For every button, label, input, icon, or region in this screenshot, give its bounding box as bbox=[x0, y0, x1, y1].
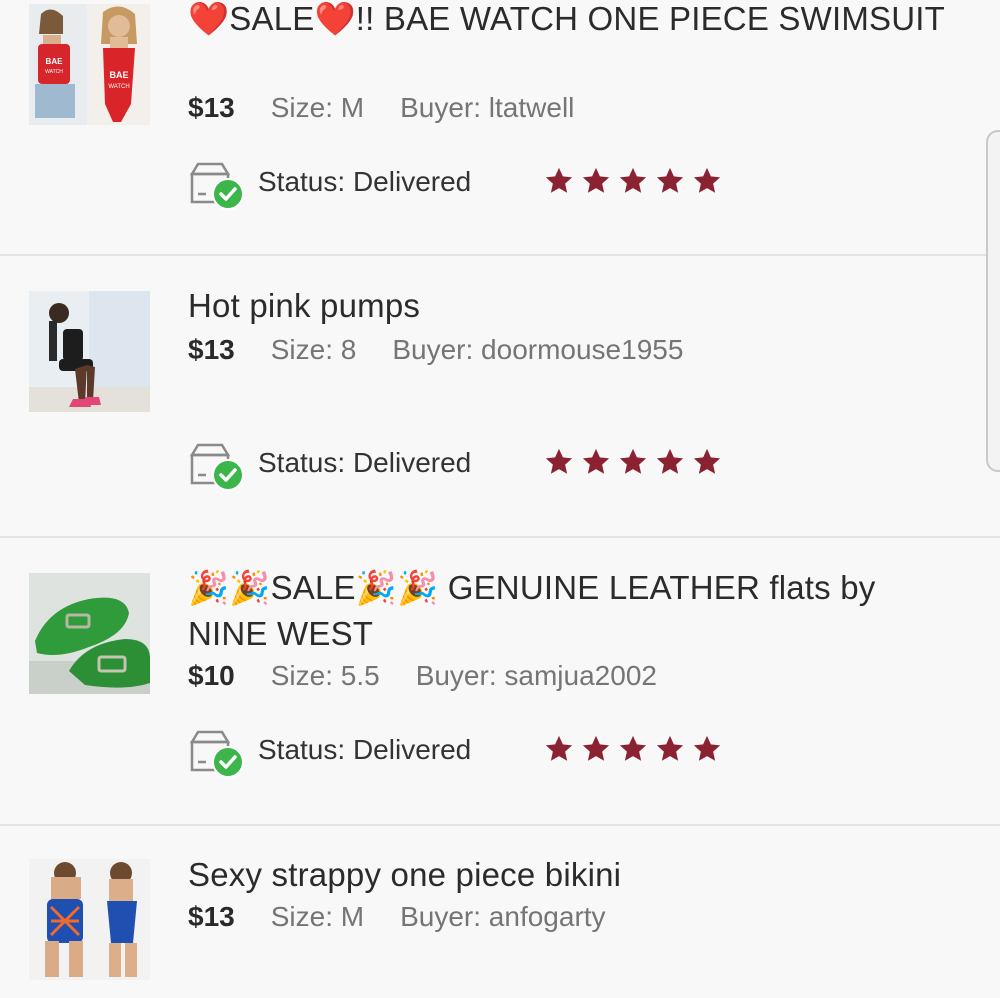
size-label: Size: bbox=[270, 334, 333, 365]
buyer-username[interactable]: doormouse1955 bbox=[481, 334, 683, 365]
listing-item[interactable]: 🎉🎉SALE🎉🎉 GENUINE LEATHER flats by NINE W… bbox=[0, 538, 1000, 826]
listing-title[interactable]: ❤️SALE❤️!! BAE WATCH ONE PIECE SWIMSUIT bbox=[188, 0, 958, 42]
rating-stars bbox=[544, 734, 729, 764]
status-label: Status: bbox=[258, 166, 346, 197]
listing-price: $10 bbox=[188, 660, 235, 691]
status-label: Status: bbox=[258, 734, 346, 765]
size-value: M bbox=[340, 901, 365, 932]
size-value: 8 bbox=[340, 334, 357, 365]
delivered-box-icon bbox=[189, 443, 244, 491]
buyer-label: Buyer: bbox=[392, 334, 474, 365]
star-icon bbox=[582, 167, 610, 193]
star-icon bbox=[619, 167, 647, 193]
listing-meta: $13 Size: 8 Buyer: doormouse1955 bbox=[188, 332, 719, 368]
scrollbar-thumb[interactable] bbox=[986, 130, 1000, 472]
listing-size: Size: 8 bbox=[271, 334, 357, 365]
star-icon bbox=[656, 735, 684, 761]
size-value: 5.5 bbox=[340, 660, 380, 691]
listing-price: $13 bbox=[188, 92, 235, 123]
star-icon bbox=[693, 448, 721, 474]
star-icon bbox=[545, 448, 573, 474]
listing-size: Size: 5.5 bbox=[271, 660, 380, 691]
star-icon bbox=[619, 448, 647, 474]
star-icon bbox=[582, 448, 610, 474]
listing-thumbnail[interactable]: BAE WATCH BAE WATCH bbox=[29, 4, 150, 125]
listing-item[interactable]: Sexy strappy one piece bikini $13 Size: M… bbox=[0, 826, 1000, 998]
listing-meta: $13 Size: M Buyer: ltatwell bbox=[188, 90, 610, 126]
listing-buyer: Buyer: anfogarty bbox=[400, 901, 605, 932]
star-icon bbox=[545, 735, 573, 761]
listing-title[interactable]: Hot pink pumps bbox=[188, 283, 958, 329]
listing-item[interactable]: BAE WATCH BAE WATCH ❤️SALE❤️!! BAE WATCH… bbox=[0, 0, 1000, 256]
listing-size: Size: M bbox=[271, 901, 364, 932]
status-value: Delivered bbox=[352, 734, 472, 765]
listing-buyer: Buyer: samjua2002 bbox=[416, 660, 657, 691]
listing-thumbnail[interactable] bbox=[29, 573, 150, 694]
delivered-box-icon bbox=[189, 162, 244, 210]
svg-text:WATCH: WATCH bbox=[45, 69, 63, 75]
size-label: Size: bbox=[270, 901, 333, 932]
listing-price: $13 bbox=[188, 901, 235, 932]
buyer-label: Buyer: bbox=[400, 901, 482, 932]
size-label: Size: bbox=[270, 92, 333, 123]
rating-stars bbox=[544, 166, 729, 196]
star-icon bbox=[545, 167, 573, 193]
star-icon bbox=[582, 735, 610, 761]
svg-text:WATCH: WATCH bbox=[108, 84, 129, 90]
svg-text:BAE: BAE bbox=[46, 57, 64, 66]
status-value: Delivered bbox=[352, 447, 472, 478]
listing-meta: $10 Size: 5.5 Buyer: samjua2002 bbox=[188, 658, 693, 694]
delivered-box-icon bbox=[189, 730, 244, 778]
status-text: Status: Delivered bbox=[258, 445, 471, 481]
size-label: Size: bbox=[270, 660, 333, 691]
rating-stars bbox=[544, 447, 729, 477]
listing-buyer: Buyer: doormouse1955 bbox=[392, 334, 683, 365]
buyer-label: Buyer: bbox=[415, 660, 497, 691]
star-icon bbox=[656, 167, 684, 193]
status-text: Status: Delivered bbox=[258, 732, 471, 768]
size-value: M bbox=[340, 92, 365, 123]
listing-thumbnail[interactable] bbox=[29, 859, 150, 980]
listing-meta: $13 Size: M Buyer: anfogarty bbox=[188, 899, 642, 935]
listing-item[interactable]: Hot pink pumps $13 Size: 8 Buyer: doormous… bbox=[0, 256, 1000, 538]
listing-title[interactable]: Sexy strappy one piece bikini bbox=[188, 852, 958, 898]
listing-title[interactable]: 🎉🎉SALE🎉🎉 GENUINE LEATHER flats by NINE W… bbox=[188, 565, 958, 657]
buyer-username[interactable]: anfogarty bbox=[489, 901, 606, 932]
star-icon bbox=[656, 448, 684, 474]
status-text: Status: Delivered bbox=[258, 164, 471, 200]
listing-buyer: Buyer: ltatwell bbox=[400, 92, 574, 123]
svg-text:BAE: BAE bbox=[109, 70, 128, 80]
status-value: Delivered bbox=[352, 166, 472, 197]
buyer-username[interactable]: samjua2002 bbox=[504, 660, 657, 691]
star-icon bbox=[619, 735, 647, 761]
status-label: Status: bbox=[258, 447, 346, 478]
buyer-username[interactable]: ltatwell bbox=[489, 92, 575, 123]
listing-price: $13 bbox=[188, 334, 235, 365]
listing-size: Size: M bbox=[271, 92, 364, 123]
sold-items-list: BAE WATCH BAE WATCH ❤️SALE❤️!! BAE WATCH… bbox=[0, 0, 1000, 998]
listing-thumbnail[interactable] bbox=[29, 291, 150, 412]
star-icon bbox=[693, 735, 721, 761]
star-icon bbox=[693, 167, 721, 193]
buyer-label: Buyer: bbox=[400, 92, 482, 123]
